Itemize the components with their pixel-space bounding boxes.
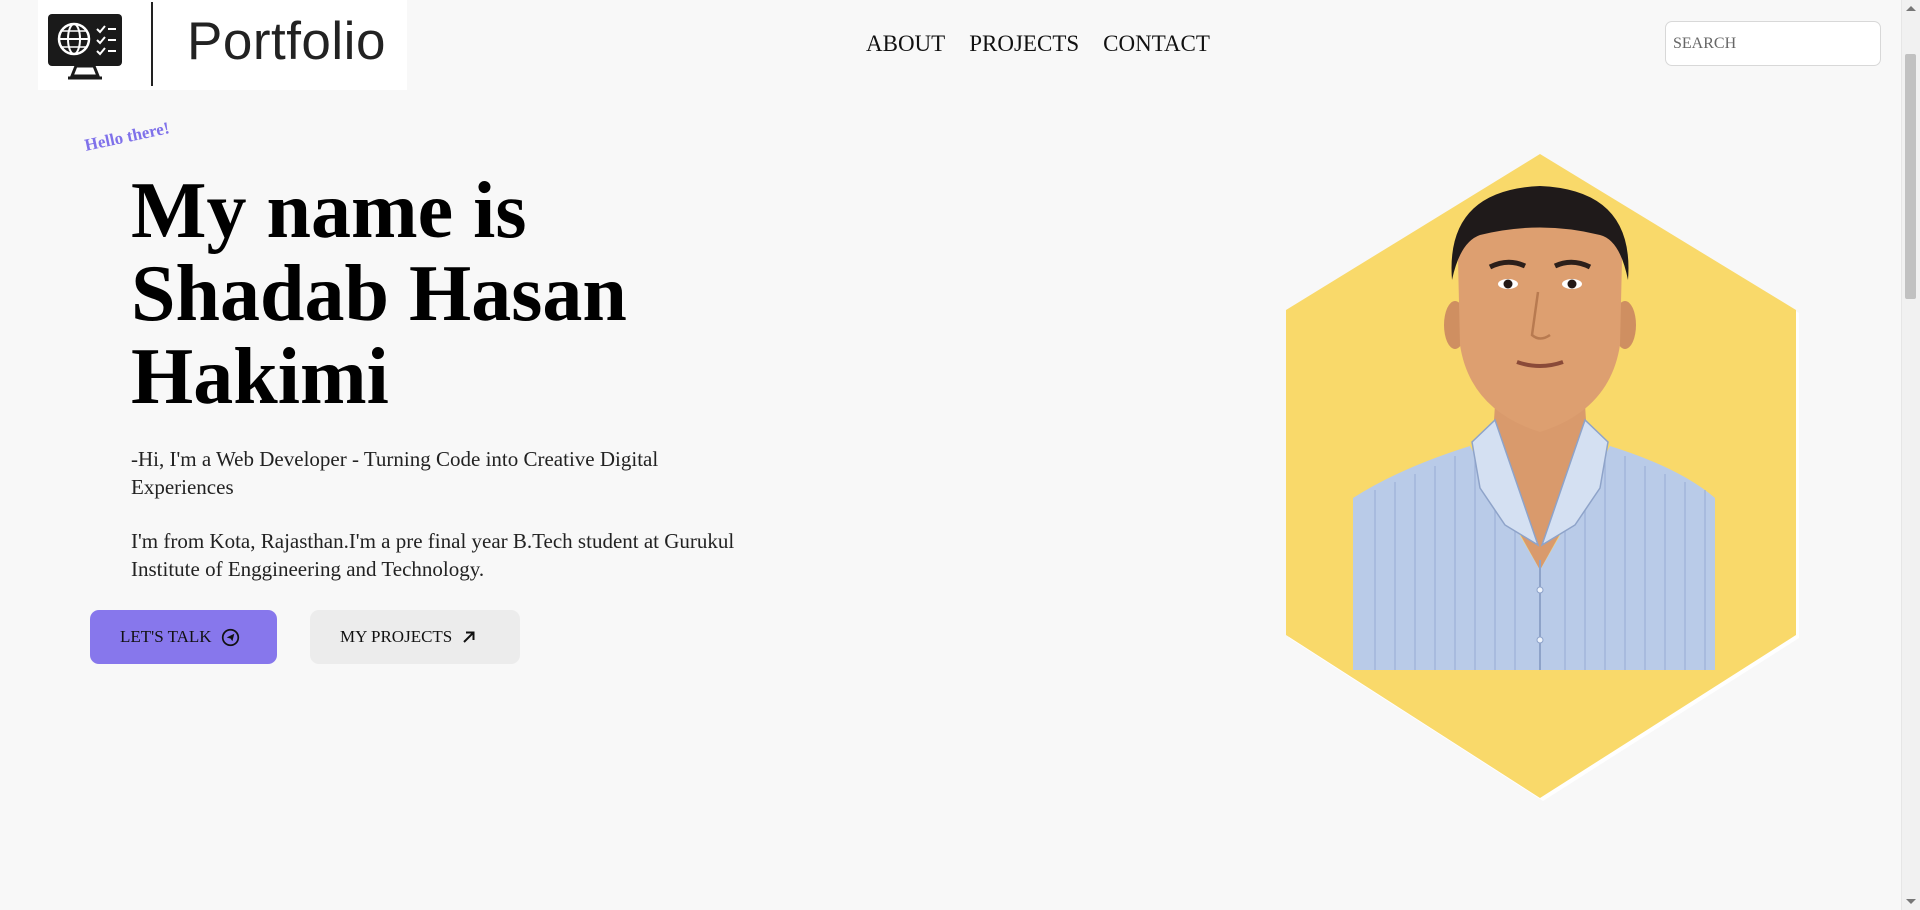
- send-circle-icon: [221, 628, 239, 646]
- my-projects-label: MY PROJECTS: [340, 627, 453, 646]
- nav-projects[interactable]: PROJECTS: [969, 31, 1079, 57]
- hero-title-line-2: Shadab Hasan: [131, 250, 627, 338]
- hero-title-line-3: Hakimi: [131, 333, 389, 421]
- monitor-globe-checklist-icon: [48, 14, 122, 80]
- nav-contact[interactable]: CONTACT: [1103, 31, 1210, 57]
- hero-tagline: -Hi, I'm a Web Developer - Turning Code …: [131, 447, 659, 499]
- lets-talk-button[interactable]: LET'S TALK: [90, 610, 277, 664]
- scroll-down-arrow-icon[interactable]: [1906, 899, 1916, 904]
- logo-divider: [151, 2, 153, 86]
- arrow-up-right-icon: [463, 631, 475, 643]
- hero-title-line-1: My name is: [131, 167, 527, 255]
- my-projects-button[interactable]: MY PROJECTS: [310, 610, 520, 664]
- logo[interactable]: Portfolio: [38, 0, 407, 90]
- lets-talk-label: LET'S TALK: [120, 627, 212, 646]
- nav-about[interactable]: ABOUT: [866, 31, 945, 57]
- scrollbar-thumb[interactable]: [1905, 54, 1916, 299]
- hero-bio: I'm from Kota, Rajasthan.I'm a pre final…: [131, 529, 735, 581]
- main-nav: ABOUT PROJECTS CONTACT: [866, 31, 1210, 57]
- greeting-text: Hello there!: [82, 118, 172, 155]
- page-scrollbar[interactable]: [1901, 0, 1920, 910]
- logo-text: Portfolio: [187, 12, 386, 71]
- scroll-up-arrow-icon[interactable]: [1906, 6, 1916, 11]
- portrait-image: [1286, 154, 1799, 801]
- portrait-hexagon: [1280, 150, 1800, 805]
- search-input[interactable]: [1665, 21, 1881, 66]
- hero-title: My name is Shadab Hasan Hakimi: [131, 170, 831, 419]
